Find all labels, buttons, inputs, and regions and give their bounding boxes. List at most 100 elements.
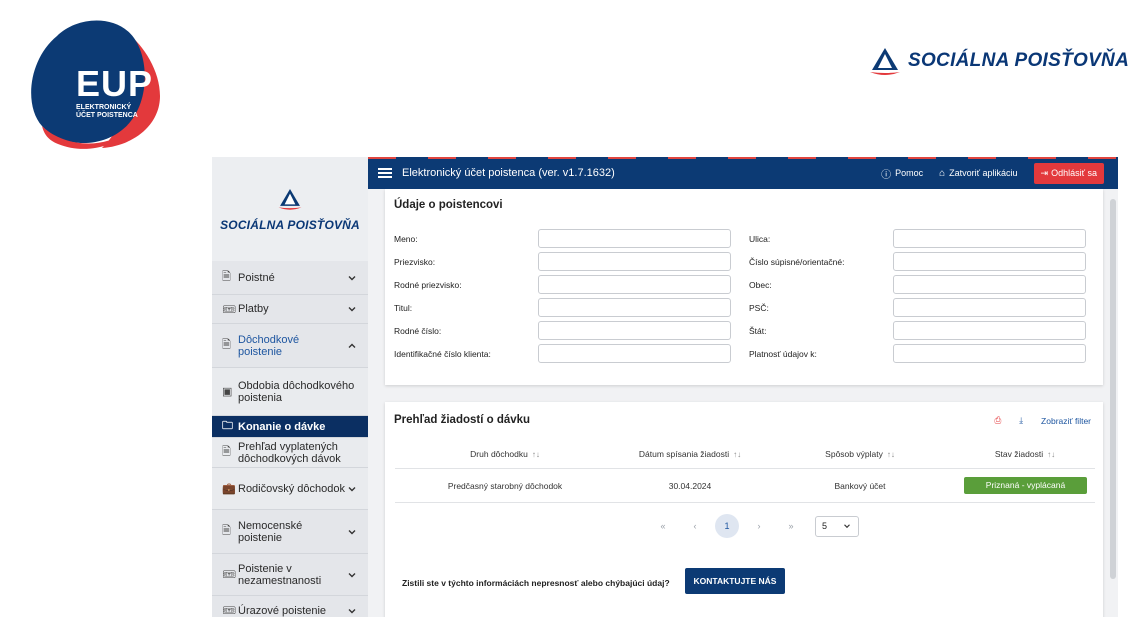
scrollbar[interactable] xyxy=(1110,199,1116,579)
column-header-datum[interactable]: Dátum spísania žiadosti ↑↓ xyxy=(600,449,780,459)
sidebar-item-label: Nemocenské poistenie xyxy=(238,519,303,544)
page: EUP ELEKTRONICKÝ ÚČET POISTENCA SOCIÁLNA… xyxy=(0,0,1141,639)
column-header-sposob[interactable]: Spôsob výplaty ↑↓ xyxy=(785,449,935,459)
pagination: « ‹ 1 › » 5 xyxy=(647,514,859,538)
field-label: Platnosť údajov k: xyxy=(749,348,817,359)
column-header-druh[interactable]: Druh dôchodku ↑↓ xyxy=(425,449,585,459)
prev-page-button[interactable]: ‹ xyxy=(679,521,711,531)
sidebar-item-prehlad-vyplatenych[interactable]: 🗎 Prehľad vyplatených dôchodkových dávok xyxy=(212,438,368,468)
chevron-down-icon xyxy=(348,529,356,534)
chevron-down-icon xyxy=(348,608,356,613)
sidebar-item-poistne[interactable]: 🗎 Poistné xyxy=(212,261,368,295)
sidebar-item-label: Platby xyxy=(238,303,269,315)
ticket-icon: 🎟 xyxy=(222,605,236,617)
priezvisko-field[interactable] xyxy=(538,252,731,271)
sort-icon: ↑↓ xyxy=(1047,450,1056,459)
field-label: Obec: xyxy=(749,279,772,290)
contact-question: Zistili ste v týchto informáciách nepres… xyxy=(402,578,670,588)
show-filter-link[interactable]: Zobraziť filter xyxy=(1041,416,1091,426)
cislo-supisne-field[interactable] xyxy=(893,252,1086,271)
obec-field[interactable] xyxy=(893,275,1086,294)
sidebar-item-label: Rodičovský dôchodok xyxy=(238,482,346,495)
field-row: Platnosť údajov k: xyxy=(749,344,1086,363)
sidebar-item-nemocenske-poistenie[interactable]: 🗎 Nemocenské poistenie xyxy=(212,510,368,554)
field-label: Titul: xyxy=(394,302,413,313)
sidebar-item-dochodkove-poistenie[interactable]: 🗎 Dôchodkové poistenie xyxy=(212,324,368,368)
field-row: Ulica: xyxy=(749,229,1086,248)
platnost-udajov-field[interactable] xyxy=(893,344,1086,363)
sort-icon: ↑↓ xyxy=(886,450,895,459)
field-label: Priezvisko: xyxy=(394,256,436,267)
ticket-icon: 🎟 xyxy=(222,303,236,316)
brand-name: SOCIÁLNA POISŤOVŇA xyxy=(908,50,1130,71)
main-content: Údaje o poistencovi Meno: Priezvisko: Ro… xyxy=(368,189,1118,617)
eup-logo-line2: ÚČET POISTENCA xyxy=(76,112,138,119)
chevron-up-icon xyxy=(348,343,356,348)
document-icon: 🗎 xyxy=(222,446,231,458)
requests-card: Prehľad žiadostí o dávku ⎙ ⤓ Zobraziť fi… xyxy=(385,402,1103,617)
eup-logo-title: EUP xyxy=(76,63,154,104)
field-row: Rodné číslo: xyxy=(394,321,731,340)
close-app-label: Zatvoriť aplikáciu xyxy=(949,168,1018,178)
psc-field[interactable] xyxy=(893,298,1086,317)
column-header-label: Dátum spísania žiadosti xyxy=(638,449,730,459)
id-klienta-field[interactable] xyxy=(538,344,731,363)
ulica-field[interactable] xyxy=(893,229,1086,248)
field-label: Identifikačné číslo klienta: xyxy=(394,348,491,359)
field-label: Rodné číslo: xyxy=(394,325,442,336)
logout-button[interactable]: ⇥ Odhlásiť sa xyxy=(1033,162,1104,184)
meno-field[interactable] xyxy=(538,229,731,248)
last-page-button[interactable]: » xyxy=(775,521,807,531)
sidebar-item-urazove-poistenie[interactable]: 🎟 Úrazové poistenie xyxy=(212,596,368,617)
sort-icon: ↑↓ xyxy=(531,450,540,459)
current-page[interactable]: 1 xyxy=(715,514,739,538)
eup-logo: EUP ELEKTRONICKÝ ÚČET POISTENCA xyxy=(22,8,167,153)
download-icon[interactable]: ⤓ xyxy=(1019,415,1023,426)
eup-logo-line1: ELEKTRONICKÝ xyxy=(76,104,132,111)
app-window: SOCIÁLNA POISŤOVŇA 🗎 Poistné 🎟 Platby 🗎 … xyxy=(212,157,1118,617)
sidebar-item-platby[interactable]: 🎟 Platby xyxy=(212,295,368,324)
requests-title: Prehľad žiadostí o dávku xyxy=(394,414,531,426)
sidebar-item-label: Prehľad vyplatených dôchodkových dávok xyxy=(238,440,341,465)
sidebar-item-konanie-o-davke[interactable]: 🗀 Konanie o dávke xyxy=(212,416,368,438)
table-divider xyxy=(395,468,1095,469)
contact-button[interactable]: KONTAKTUJTE NÁS xyxy=(685,568,785,594)
calendar-id-icon: ▣ xyxy=(222,386,233,398)
sidebar-item-label: Poistné xyxy=(238,271,275,284)
sidebar-logo[interactable]: SOCIÁLNA POISŤOVŇA xyxy=(212,157,368,261)
field-row: Štát: xyxy=(749,321,1086,340)
menu-icon[interactable] xyxy=(378,166,392,180)
document-icon: 🗎 xyxy=(222,271,231,283)
first-page-button[interactable]: « xyxy=(647,521,679,531)
sidebar-logo-text: SOCIÁLNA POISŤOVŇA xyxy=(220,218,360,232)
logout-icon: ⇥ xyxy=(1040,167,1049,178)
chevron-down-icon xyxy=(348,307,356,312)
field-row: Priezvisko: xyxy=(394,252,731,271)
print-icon[interactable]: ⎙ xyxy=(994,415,1001,426)
home-icon: ⌂ xyxy=(939,167,946,179)
page-size-select[interactable]: 5 xyxy=(815,515,859,537)
topbar: Elektronický účet poistenca (ver. v1.7.1… xyxy=(368,157,1118,189)
sort-icon: ↑↓ xyxy=(733,450,742,459)
field-row: Rodné priezvisko: xyxy=(394,275,731,294)
stat-field[interactable] xyxy=(893,321,1086,340)
close-app-link[interactable]: ⌂ Zatvoriť aplikáciu xyxy=(939,168,1017,179)
column-header-stav[interactable]: Stav žiadosti ↑↓ xyxy=(955,449,1095,459)
sidebar-item-poistenie-v-nezamestnanosti[interactable]: 🎟 Poistenie v nezamestnanosti xyxy=(212,554,368,596)
sp-logo-icon xyxy=(278,189,302,210)
page-size-value: 5 xyxy=(822,521,828,531)
help-icon: ⓘ xyxy=(881,169,892,181)
next-page-button[interactable]: › xyxy=(743,521,775,531)
sidebar-item-rodicovsky-dochodok[interactable]: 💼 Rodičovský dôchodok xyxy=(212,468,368,510)
table-tools: ⎙ ⤓ Zobraziť filter xyxy=(994,415,1091,426)
field-row: Obec: xyxy=(749,275,1086,294)
cell-payment: Bankový účet xyxy=(834,481,886,491)
help-link[interactable]: ⓘ Pomoc xyxy=(881,166,923,181)
rodne-priezvisko-field[interactable] xyxy=(538,275,731,294)
field-label: Meno: xyxy=(394,233,418,244)
rodne-cislo-field[interactable] xyxy=(538,321,731,340)
titul-field[interactable] xyxy=(538,298,731,317)
sidebar-item-label: Konanie o dávke xyxy=(238,420,326,433)
sidebar-item-obdobia[interactable]: ▣ Obdobia dôchodkového poistenia xyxy=(212,368,368,416)
insured-info-card: Údaje o poistencovi Meno: Priezvisko: Ro… xyxy=(385,189,1103,385)
